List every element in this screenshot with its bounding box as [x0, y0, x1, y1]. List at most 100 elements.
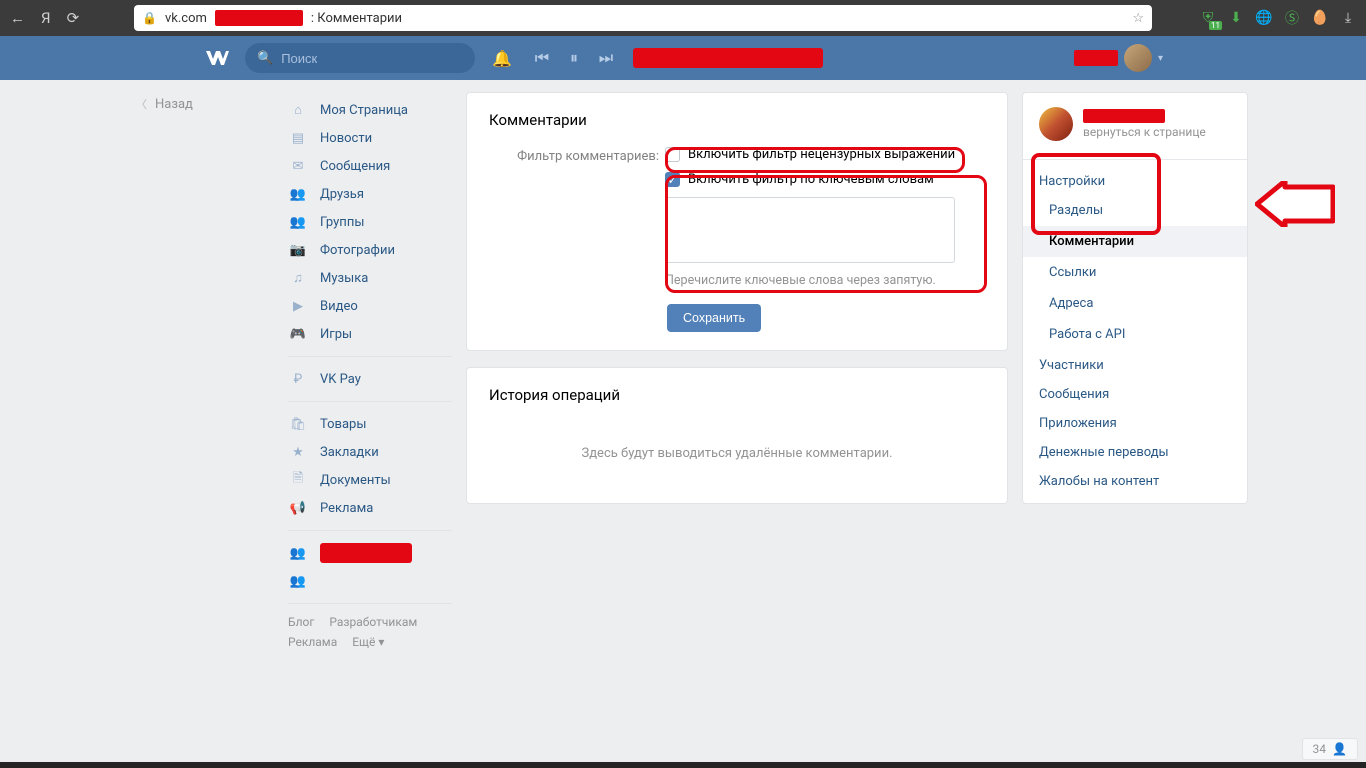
footer-link-blog[interactable]: Блог [288, 615, 314, 629]
nav-item-2[interactable]: ✉Сообщения [288, 152, 452, 180]
sidebar-apps-link[interactable]: Приложения [1023, 408, 1247, 437]
sidebar-members-link[interactable]: Участники [1023, 350, 1247, 379]
pay-icon: ₽ [288, 372, 308, 387]
vk-logo[interactable] [203, 49, 231, 67]
player-pause-icon[interactable]: ⏸ [561, 48, 587, 68]
extension-globe-icon[interactable]: 🌐 [1256, 10, 1272, 26]
return-to-page-link[interactable]: вернуться к странице [1083, 125, 1206, 139]
online-counter[interactable]: 34 👤 [1302, 738, 1358, 760]
extension-shield-icon[interactable]: ⛨ [1200, 10, 1216, 26]
sidebar-settings-link[interactable]: Настройки [1023, 166, 1247, 195]
bookmarks-icon: ★ [288, 445, 308, 460]
extension-egg-icon[interactable]: 🥚 [1312, 10, 1328, 26]
checkbox-checked-icon: ✓ [665, 172, 680, 187]
photos-icon: 📷 [288, 243, 308, 258]
nav-label: Новости [320, 131, 372, 146]
keywords-hint: Перечислите ключевые слова через запятую… [665, 273, 985, 288]
vk-header: 🔍 🔔 ⏮ ⏸ ⏭ ▾ [0, 36, 1366, 80]
nav-label: Игры [320, 327, 352, 342]
footer-link-more[interactable]: Ещё ▾ [352, 635, 384, 649]
reload-icon[interactable]: ⟳ [67, 9, 80, 27]
nav-item-0[interactable]: ⌂ Моя Страница [288, 96, 452, 124]
save-button[interactable]: Сохранить [667, 304, 761, 332]
group-icon: 👥 [288, 574, 308, 589]
nav-item-5[interactable]: 📷 Фотографии [288, 236, 452, 264]
online-count: 34 [1313, 742, 1327, 756]
extension-download-icon[interactable]: ⬇ [1228, 10, 1244, 26]
nav-item-6[interactable]: ♫Музыка [288, 264, 452, 292]
browser-chrome: ← Я ⟳ 🔒 vk.com : Комментарии ☆ ⛨ ⬇ 🌐 Ⓢ 🥚… [0, 0, 1366, 36]
downloads-icon[interactable]: ⤓ [1340, 10, 1356, 26]
yandex-icon[interactable]: Я [41, 9, 51, 27]
player-prev-icon[interactable]: ⏮ [529, 48, 555, 68]
nav-item-8[interactable]: 🎮 Игры [288, 320, 452, 348]
annotation-arrow-icon [1255, 181, 1335, 231]
nav-more-2[interactable]: 🗎Документы [288, 466, 452, 494]
history-empty-text: Здесь будут выводиться удалённые коммент… [467, 422, 1007, 485]
home-icon: ⌂ [288, 102, 308, 118]
nav-item-3[interactable]: 👥Друзья [288, 180, 452, 208]
nav-more-3[interactable]: 📢 Реклама [288, 494, 452, 522]
nav-community-2[interactable]: 👥 [288, 567, 452, 595]
nav-label: Видео [320, 299, 358, 314]
nav-label: Фотографии [320, 243, 395, 258]
history-card: История операций Здесь будут выводиться … [466, 367, 1008, 504]
keyword-filter-checkbox[interactable]: ✓ Включить фильтр по ключевым словам [665, 172, 985, 187]
footer-link-dev[interactable]: Разработчикам [329, 615, 417, 629]
person-icon: 👤 [1332, 742, 1347, 756]
address-bar[interactable]: 🔒 vk.com : Комментарии ☆ [134, 5, 1152, 31]
footer-link-ads[interactable]: Реклама [288, 635, 337, 649]
left-nav: ⌂ Моя Страница ▤Новости✉Сообщения👥Друзья👥Г… [288, 92, 452, 652]
back-icon[interactable]: ← [10, 9, 25, 27]
keywords-textarea[interactable] [665, 197, 955, 263]
profanity-filter-checkbox[interactable]: Включить фильтр нецензурных выражений [665, 147, 985, 162]
back-label: Назад [155, 97, 193, 112]
chevron-left-icon: 〈 [136, 96, 147, 112]
friends-icon: 👥 [288, 187, 308, 202]
nav-label: VK Pay [320, 372, 361, 387]
messages-icon: ✉ [288, 159, 308, 174]
nav-item-7[interactable]: ▶Видео [288, 292, 452, 320]
footer-links: Блог Разработчикам Реклама Ещё ▾ [288, 612, 452, 652]
nav-vk-pay[interactable]: ₽ VK Pay [288, 365, 452, 393]
notifications-icon[interactable]: 🔔 [489, 49, 515, 68]
sidebar-transfers-link[interactable]: Денежные переводы [1023, 437, 1247, 466]
nav-more-1[interactable]: ★Закладки [288, 438, 452, 466]
community-name-redacted [320, 543, 412, 563]
nav-label: Моя Страница [320, 103, 408, 118]
card-title: История операций [467, 368, 1007, 422]
sidebar-item-api[interactable]: Работа с API [1023, 319, 1247, 350]
sidebar-item-addresses[interactable]: Адреса [1023, 288, 1247, 319]
search-input[interactable] [281, 51, 463, 66]
nav-item-4[interactable]: 👥Группы [288, 208, 452, 236]
sidebar-complaints-link[interactable]: Жалобы на контент [1023, 466, 1247, 495]
nav-more-0[interactable]: 🛍Товары [288, 410, 452, 438]
nav-label: Товары [320, 417, 366, 432]
sidebar-item-links[interactable]: Ссылки [1023, 257, 1247, 288]
bottom-border [0, 762, 1366, 768]
checkbox-label: Включить фильтр нецензурных выражений [688, 147, 955, 162]
games-icon: 🎮 [288, 327, 308, 342]
comments-settings-card: Комментарии Фильтр комментариев: Включит… [466, 92, 1008, 351]
checkbox-label: Включить фильтр по ключевым словам [688, 172, 934, 187]
sidebar-item-sections[interactable]: Разделы [1023, 195, 1247, 226]
nav-item-1[interactable]: ▤Новости [288, 124, 452, 152]
player-track-redacted [633, 48, 823, 68]
sidebar-messages-link[interactable]: Сообщения [1023, 379, 1247, 408]
nav-community-1[interactable]: 👥 [288, 539, 452, 567]
extension-s-icon[interactable]: Ⓢ [1284, 10, 1300, 26]
groups-icon: 👥 [288, 215, 308, 230]
user-name-redacted [1074, 50, 1118, 66]
sidebar-item-comments[interactable]: Комментарии [1023, 226, 1247, 257]
community-avatar [1039, 107, 1073, 141]
nav-label: Документы [320, 473, 391, 488]
search-box[interactable]: 🔍 [245, 43, 475, 73]
ads-icon: 📢 [288, 501, 308, 516]
bookmark-star-icon[interactable]: ☆ [1132, 11, 1144, 26]
nav-label: Реклама [320, 501, 373, 516]
filter-label: Фильтр комментариев: [489, 147, 659, 164]
search-icon: 🔍 [257, 51, 273, 66]
user-menu[interactable]: ▾ [1074, 44, 1163, 72]
back-button[interactable]: 〈 Назад [118, 96, 288, 112]
player-next-icon[interactable]: ⏭ [593, 48, 619, 68]
